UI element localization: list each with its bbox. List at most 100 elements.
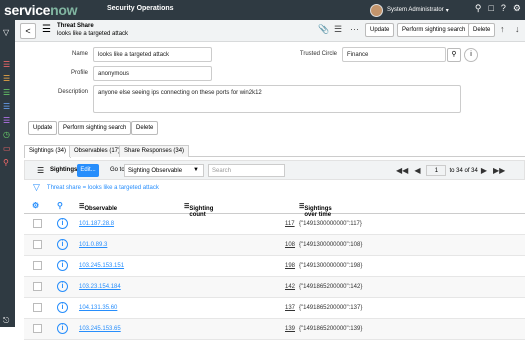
list-title: Sightings [50,167,78,173]
record-header: < ☰ Threat Share looks like a targeted a… [15,20,525,42]
table-row: i 101.0.89.3 108 {"1491300000000":108} [24,235,525,256]
list-header: ☰ Sightings Edit... Go to Sighting Obser… [24,160,525,180]
delete-button[interactable]: Delete [131,121,159,135]
sightings-over-time: {"1491300000000":198} [299,263,363,269]
sighting-count[interactable]: 198 [285,263,295,269]
info-icon[interactable]: i [464,48,478,62]
list-icon[interactable]: ☰ [3,60,10,69]
row-checkbox[interactable] [33,324,42,333]
row-checkbox[interactable] [33,261,42,270]
sighting-count[interactable]: 117 [285,221,295,227]
observable-link[interactable]: 101.187.28.8 [79,221,114,227]
search-icon[interactable]: ⚲ [447,48,461,62]
table-row: i 103.245.153.151 198 {"1491300000000":198} [24,256,525,277]
perform-sighting-search-button[interactable]: Perform sighting search [58,121,132,135]
page-count: to 34 of 34 [449,167,478,174]
paperclip-icon[interactable]: 📎 [318,24,329,35]
edit-button[interactable]: Edit... [77,164,99,177]
back-button[interactable]: < [20,23,36,39]
table-row: i 104.131.35.60 137 {"1491865200000":137} [24,298,525,319]
delete-button[interactable]: Delete [468,23,496,37]
goto-select[interactable]: Sighting Observable ▼ [124,164,204,177]
goto-select-value: Sighting Observable [128,168,183,174]
observable-link[interactable]: 103.23.154.184 [79,284,121,290]
row-checkbox[interactable] [33,219,42,228]
search-input[interactable]: Search [208,164,285,177]
trusted-circle-field[interactable]: Finance [342,47,446,62]
row-checkbox[interactable] [33,303,42,312]
observable-link[interactable]: 104.131.35.60 [79,305,117,311]
name-field[interactable]: looks like a targeted attack [93,47,212,62]
sighting-count[interactable]: 137 [285,305,295,311]
list-icon[interactable]: ☰ [3,88,10,97]
chat-icon[interactable]: □ [488,3,493,14]
tab-share-responses[interactable]: Share Responses (34) [119,145,190,157]
related-list-tabs: Sightings (34) Observables (17) Share Re… [24,145,525,158]
sighting-count[interactable]: 108 [285,242,295,248]
next-page-icon[interactable]: ▶ [481,166,487,175]
profile-label: Profile [70,70,88,76]
sliders-icon[interactable]: ☰ [334,24,342,35]
avatar [370,3,383,17]
user-menu[interactable]: System Administrator ▾ [370,2,449,18]
column-sightings-over-time[interactable]: ☰ Sightings over time [299,203,332,218]
list-icon[interactable]: ☰ [3,74,10,83]
clock-icon[interactable]: ◷ [3,130,10,139]
prev-page-icon[interactable]: ◀ [414,166,420,175]
update-button[interactable]: Update [365,23,395,37]
tab-sightings[interactable]: Sightings (34) [24,145,72,158]
sightings-over-time: {"1491300000000":117} [299,221,362,227]
help-icon[interactable]: ? [501,3,506,14]
up-arrow-icon[interactable]: ↑ [500,24,505,34]
table-row: i 101.187.28.8 117 {"1491300000000":117} [24,214,525,235]
description-label: Description [57,89,88,95]
info-icon[interactable]: i [57,302,68,313]
record-subtitle: looks like a targeted attack [57,31,129,37]
list-icon[interactable]: ☰ [3,102,10,111]
down-arrow-icon[interactable]: ↓ [515,24,520,34]
profile-field[interactable]: anonymous [93,66,212,81]
more-icon[interactable]: ··· [350,24,359,34]
breadcrumb: ▽ Threat share = looks like a targeted a… [33,182,159,193]
column-sighting-count[interactable]: ☰ Sighting count [184,203,213,218]
search-icon[interactable]: ⚲ [3,158,9,167]
context-menu-icon[interactable]: ☰ [42,24,51,35]
trusted-circle-label: Trusted Circle [299,51,337,57]
info-icon[interactable]: i [57,281,68,292]
list-menu-icon[interactable]: ☰ [37,166,44,175]
tab-observables[interactable]: Observables (17) [69,145,126,157]
servicenow-logo[interactable]: servicenow [4,2,78,18]
record-title: Threat Share [57,23,94,29]
info-icon[interactable]: i [57,260,68,271]
info-icon[interactable]: i [57,239,68,250]
description-field[interactable]: anyone else seeing ips connecting on the… [93,85,461,113]
filter-icon[interactable]: ▽ [33,182,40,193]
breadcrumb-filter[interactable]: Threat share = looks like a targeted att… [47,185,159,193]
sightings-over-time: {"1491300000000":108} [299,242,363,248]
name-label: Name [71,51,88,57]
page-input[interactable]: 1 [426,165,447,176]
gear-icon[interactable]: ⚙ [513,3,521,14]
perform-sighting-search-button[interactable]: Perform sighting search [397,23,471,37]
sighting-count[interactable]: 142 [285,284,295,290]
filter-icon[interactable]: ▽ [3,28,9,37]
row-checkbox[interactable] [33,282,42,291]
column-observable[interactable]: ☰ Observable [79,203,117,212]
row-checkbox[interactable] [33,240,42,249]
chevron-down-icon: ▼ [193,167,199,173]
first-page-icon[interactable]: ◀◀ [396,166,408,175]
chevron-down-icon: ▾ [445,7,449,14]
app-name: Security Operations [107,5,174,12]
list-icon[interactable]: ☰ [3,116,10,125]
search-icon[interactable]: ⚲ [57,201,63,210]
search-icon[interactable]: ⚲ [475,3,482,14]
update-button[interactable]: Update [28,121,58,135]
settings-icon[interactable]: ⚙ [32,201,39,210]
user-name: System Administrator [387,7,444,13]
folder-icon[interactable]: ▭ [3,144,11,153]
info-icon[interactable]: i [57,323,68,334]
last-page-icon[interactable]: ▶▶ [493,166,505,175]
observable-link[interactable]: 101.0.89.3 [79,242,107,248]
info-icon[interactable]: i [57,218,68,229]
observable-link[interactable]: 103.245.153.151 [79,263,124,269]
